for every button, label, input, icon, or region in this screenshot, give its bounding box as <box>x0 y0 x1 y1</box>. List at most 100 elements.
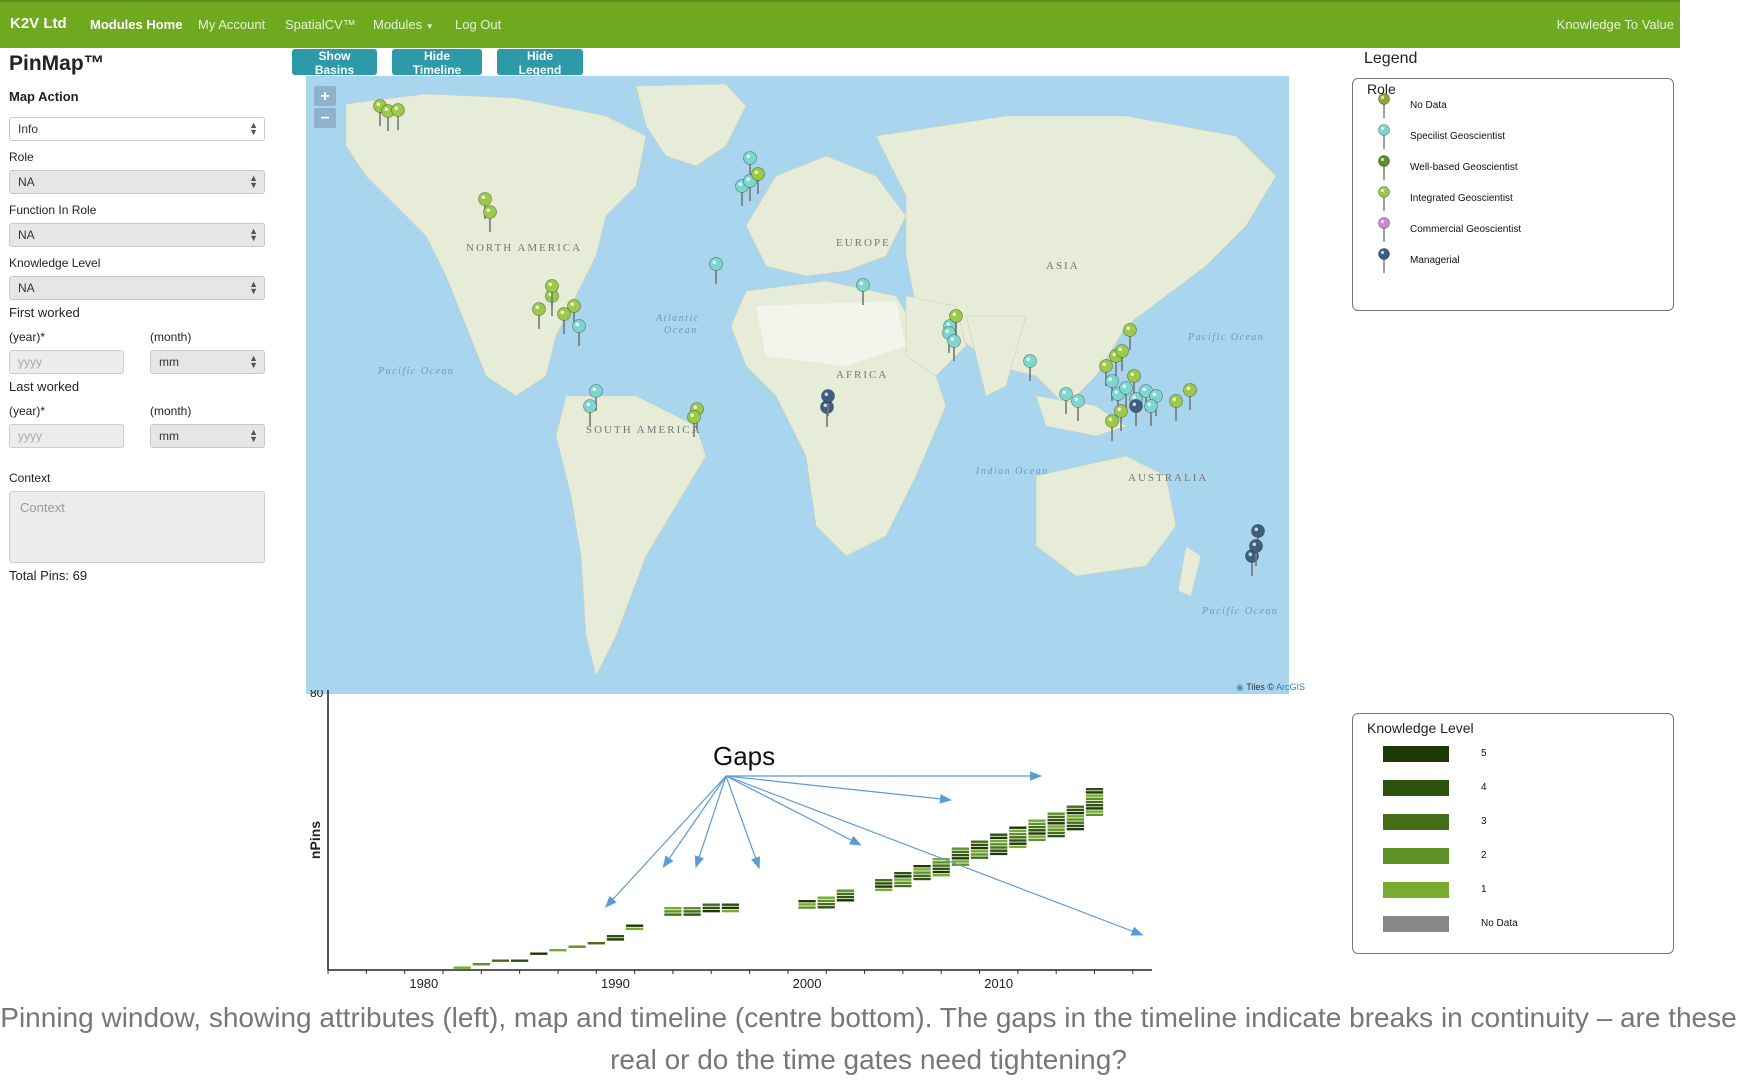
timeline-bar-segment[interactable] <box>702 909 720 913</box>
timeline-bar-segment[interactable] <box>913 877 931 881</box>
zoom-in-button[interactable]: + <box>314 86 336 106</box>
timeline-bar-segment[interactable] <box>990 849 1008 852</box>
nav-spatialcv[interactable]: SpatialCV™ <box>285 17 356 32</box>
timeline-bar-segment[interactable] <box>1047 828 1065 831</box>
timeline-bar-segment[interactable] <box>549 949 567 952</box>
timeline-bar-segment[interactable] <box>1066 805 1084 808</box>
map-pin[interactable] <box>1129 399 1143 427</box>
timeline-bar-segment[interactable] <box>894 878 912 881</box>
nav-modules-dropdown[interactable]: Modules ▼ <box>373 17 434 32</box>
timeline-bar-segment[interactable] <box>721 906 740 910</box>
timeline-bar-segment[interactable] <box>1009 832 1027 836</box>
timeline-bar-segment[interactable] <box>1066 824 1084 828</box>
timeline-bar-segment[interactable] <box>990 852 1008 856</box>
timeline-bar-segment[interactable] <box>970 850 989 853</box>
last-year-input[interactable] <box>9 424 124 448</box>
nav-modules-home[interactable]: Modules Home <box>90 17 182 32</box>
timeline-bar-segment[interactable] <box>1028 822 1046 826</box>
nav-log-out[interactable]: Log Out <box>455 17 501 32</box>
timeline-bar-segment[interactable] <box>817 899 835 903</box>
timeline-bar-segment[interactable] <box>970 840 989 843</box>
timeline-bar-segment[interactable] <box>1047 825 1065 828</box>
brand-link[interactable]: K2V Ltd <box>10 15 67 32</box>
timeline-bar-segment[interactable] <box>1028 838 1046 842</box>
timeline-bar-segment[interactable] <box>1085 804 1104 807</box>
timeline-bar-segment[interactable] <box>932 870 950 874</box>
timeline-bar-segment[interactable] <box>511 959 529 962</box>
timeline-bar-segment[interactable] <box>1047 812 1065 815</box>
hide-legend-button[interactable]: Hide Legend <box>497 49 583 77</box>
timeline-bar-segment[interactable] <box>798 903 816 906</box>
timeline-bar-segment[interactable] <box>664 910 682 913</box>
map-pin[interactable] <box>1169 394 1183 422</box>
timeline-bar-segment[interactable] <box>1028 825 1046 829</box>
timeline-bar-segment[interactable] <box>970 843 989 847</box>
timeline-bar-segment[interactable] <box>683 910 701 913</box>
timeline-bar-segment[interactable] <box>683 907 701 910</box>
timeline-bar-segment[interactable] <box>951 847 969 850</box>
timeline-bar-segment[interactable] <box>1066 827 1084 831</box>
timeline-bar-segment[interactable] <box>1028 835 1046 838</box>
timeline-bar-segment[interactable] <box>453 966 471 969</box>
timeline-bar-segment[interactable] <box>1047 815 1065 819</box>
timeline-bar-segment[interactable] <box>875 885 893 888</box>
timeline-bar-segment[interactable] <box>875 888 893 891</box>
timeline-bar-segment[interactable] <box>951 853 969 857</box>
timeline-bar-segment[interactable] <box>894 875 912 878</box>
timeline-bar-segment[interactable] <box>951 857 969 860</box>
timeline-bar-segment[interactable] <box>932 861 950 864</box>
nav-my-account[interactable]: My Account <box>198 17 265 32</box>
timeline-bar-segment[interactable] <box>1009 845 1027 849</box>
timeline-bar-segment[interactable] <box>1009 829 1027 833</box>
map-action-select[interactable]: Info ▲ ▼ <box>9 117 265 141</box>
timeline-bar-segment[interactable] <box>1009 839 1027 842</box>
timeline-bar-segment[interactable] <box>970 856 989 859</box>
timeline-bar-segment[interactable] <box>1009 842 1027 845</box>
timeline-bar-segment[interactable] <box>875 879 893 882</box>
timeline-bar-segment[interactable] <box>1085 788 1104 791</box>
timeline-bar-segment[interactable] <box>1085 807 1104 810</box>
timeline-bar-segment[interactable] <box>1085 800 1104 804</box>
timeline-bar-segment[interactable] <box>606 938 625 941</box>
timeline-bar-segment[interactable] <box>1085 813 1104 816</box>
timeline-bar-segment[interactable] <box>817 906 835 909</box>
timeline-bar-segment[interactable] <box>1066 815 1084 818</box>
timeline-bar-segment[interactable] <box>990 833 1008 836</box>
timeline-bar-segment[interactable] <box>951 850 969 854</box>
timeline-bar-segment[interactable] <box>836 889 855 892</box>
timeline-bar-segment[interactable] <box>1047 822 1065 825</box>
last-month-select[interactable]: mm ▲ ▼ <box>150 424 265 448</box>
timeline-bar-segment[interactable] <box>817 902 835 906</box>
timeline-bar-segment[interactable] <box>664 907 682 910</box>
timeline[interactable]: 80 nPins 1980 1990 2000 2010 Gaps <box>300 686 1250 991</box>
timeline-bar-segment[interactable] <box>932 874 950 877</box>
map-pin[interactable] <box>709 257 723 285</box>
function-select[interactable]: NA ▲ ▼ <box>9 223 265 247</box>
timeline-bar-segment[interactable] <box>1066 818 1084 821</box>
timeline-bar-segment[interactable] <box>798 906 816 909</box>
timeline-bar-segment[interactable] <box>721 903 740 906</box>
timeline-bar-segment[interactable] <box>1085 794 1104 797</box>
timeline-bar-segment[interactable] <box>836 895 855 899</box>
timeline-bar-segment[interactable] <box>875 882 893 885</box>
timeline-bar-segment[interactable] <box>702 903 720 906</box>
timeline-bar-segment[interactable] <box>721 909 740 913</box>
timeline-bar-segment[interactable] <box>1009 826 1027 829</box>
timeline-bar-segment[interactable] <box>625 924 644 927</box>
show-basins-button[interactable]: Show Basins <box>292 49 377 77</box>
timeline-bar-segment[interactable] <box>894 872 912 875</box>
timeline-bar-segment[interactable] <box>625 927 644 931</box>
timeline-bar-segment[interactable] <box>1028 832 1046 835</box>
timeline-bar-segment[interactable] <box>932 864 950 867</box>
timeline-bar-segment[interactable] <box>970 846 989 850</box>
timeline-bar-segment[interactable] <box>990 843 1008 846</box>
timeline-bar-segment[interactable] <box>1028 819 1046 822</box>
timeline-bar-segment[interactable] <box>1009 836 1027 839</box>
timeline-bar-segment[interactable] <box>913 874 931 877</box>
first-year-input[interactable] <box>9 350 124 374</box>
hide-timeline-button[interactable]: Hide Timeline <box>392 49 482 77</box>
map-pin[interactable] <box>1183 383 1197 411</box>
map-pin[interactable] <box>572 319 586 347</box>
timeline-bar-segment[interactable] <box>491 959 510 962</box>
timeline-bar-segment[interactable] <box>1066 808 1084 812</box>
